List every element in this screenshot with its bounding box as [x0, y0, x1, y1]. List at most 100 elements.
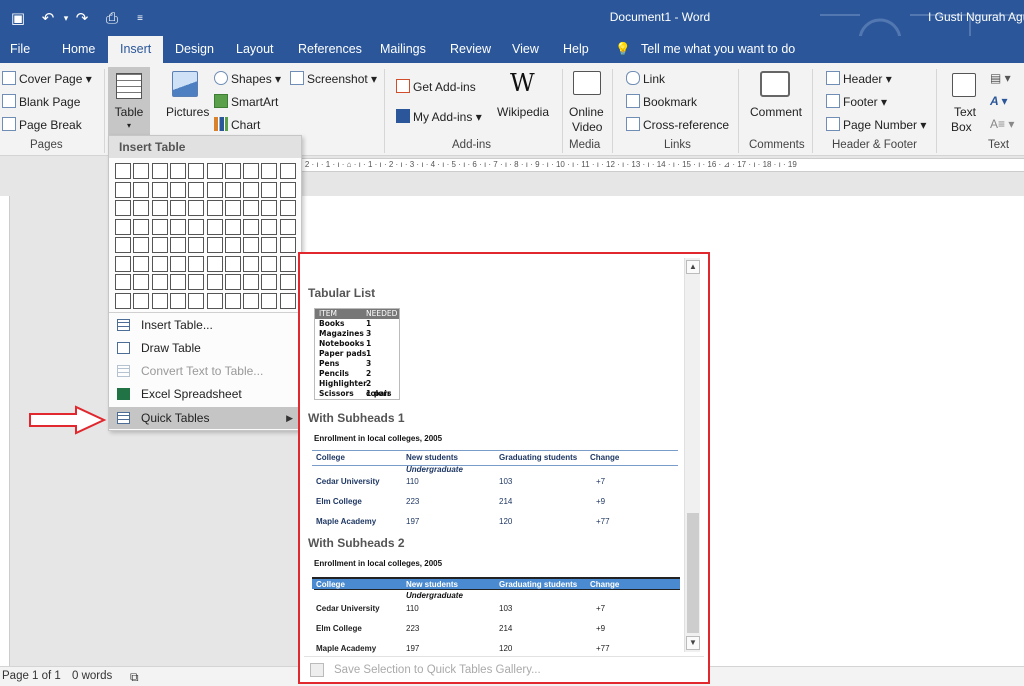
page-count[interactable]: Page 1 of 1: [2, 670, 61, 682]
footer-button[interactable]: Footer ▾: [826, 94, 887, 109]
smartart-button[interactable]: SmartArt: [214, 94, 278, 109]
grid-cell[interactable]: [206, 292, 223, 309]
proofing-icon[interactable]: ⧉: [130, 670, 139, 685]
grid-cell[interactable]: [206, 200, 223, 216]
draw-table-item[interactable]: Draw Table: [109, 337, 301, 359]
drop-cap-icon[interactable]: A≡ ▾: [990, 117, 1014, 131]
grid-cell[interactable]: [188, 237, 205, 253]
grid-cell[interactable]: [169, 163, 186, 179]
grid-cell[interactable]: [151, 255, 168, 272]
subheads2-preview[interactable]: Enrollment in local colleges, 2005 Colle…: [304, 553, 684, 653]
grid-cell[interactable]: [206, 237, 223, 253]
online-video-icon[interactable]: [573, 71, 601, 95]
horizontal-ruler[interactable]: · 2 · ı · 1 · ı · ⌂ · ı · 1 · ı · 2 · ı …: [300, 158, 1024, 172]
screenshot-button[interactable]: Screenshot ▾: [290, 71, 377, 86]
grid-cell[interactable]: [169, 274, 186, 290]
vertical-ruler[interactable]: [0, 196, 10, 666]
scroll-down-icon[interactable]: ▼: [686, 636, 700, 650]
grid-cell[interactable]: [169, 237, 186, 253]
grid-cell[interactable]: [188, 218, 205, 235]
grid-cell[interactable]: [151, 218, 168, 235]
grid-cell[interactable]: [224, 181, 241, 198]
grid-cell[interactable]: [243, 200, 260, 216]
grid-cell[interactable]: [169, 200, 186, 216]
chart-button[interactable]: Chart: [214, 117, 260, 132]
tab-view[interactable]: View: [512, 36, 539, 63]
grid-cell[interactable]: [115, 255, 131, 272]
grid-cell[interactable]: [224, 255, 241, 272]
tab-home[interactable]: Home: [62, 36, 95, 63]
grid-cell[interactable]: [279, 163, 296, 179]
grid-cell[interactable]: [133, 200, 150, 216]
grid-cell[interactable]: [151, 237, 168, 253]
grid-cell[interactable]: [243, 292, 260, 309]
grid-cell[interactable]: [243, 181, 260, 198]
grid-cell[interactable]: [133, 274, 150, 290]
grid-cell[interactable]: [115, 237, 131, 253]
subheads1-preview[interactable]: Enrollment in local colleges, 2005 Colle…: [304, 428, 684, 528]
undo-icon[interactable]: ↶: [38, 8, 58, 28]
grid-cell[interactable]: [279, 274, 296, 290]
tab-insert[interactable]: Insert: [108, 36, 164, 63]
quick-tables-item[interactable]: Quick Tables ▶: [109, 407, 301, 429]
tab-mailings[interactable]: Mailings: [380, 36, 426, 63]
grid-cell[interactable]: [243, 255, 260, 272]
text-box-label-1[interactable]: Text: [954, 105, 976, 119]
tabular-list-preview[interactable]: ITEM NEEDED Books 1 Magazines 3 Notebooks 1 Pa…: [314, 308, 400, 400]
link-button[interactable]: Link: [626, 71, 665, 86]
grid-cell[interactable]: [151, 181, 168, 198]
grid-cell[interactable]: [133, 255, 150, 272]
tab-help[interactable]: Help: [563, 36, 589, 63]
grid-cell[interactable]: [188, 200, 205, 216]
grid-cell[interactable]: [169, 292, 186, 309]
grid-cell[interactable]: [279, 237, 296, 253]
grid-cell[interactable]: [151, 292, 168, 309]
page-number-button[interactable]: Page Number ▾: [826, 117, 926, 132]
grid-cell[interactable]: [188, 292, 205, 309]
grid-cell[interactable]: [243, 163, 260, 179]
grid-cell[interactable]: [261, 181, 278, 198]
grid-cell[interactable]: [224, 274, 241, 290]
grid-cell[interactable]: [261, 237, 278, 253]
grid-cell[interactable]: [115, 292, 131, 309]
redo-icon[interactable]: ↷: [72, 8, 92, 28]
grid-cell[interactable]: [206, 218, 223, 235]
scroll-up-icon[interactable]: ▲: [686, 260, 700, 274]
insert-table-item[interactable]: Insert Table...: [109, 314, 301, 336]
grid-cell[interactable]: [243, 274, 260, 290]
grid-cell[interactable]: [243, 237, 260, 253]
grid-cell[interactable]: [169, 218, 186, 235]
quick-parts-icon[interactable]: ▤ ▾: [990, 71, 1011, 85]
online-video-label-1[interactable]: Online: [569, 105, 604, 119]
grid-cell[interactable]: [224, 163, 241, 179]
tab-review[interactable]: Review: [450, 36, 491, 63]
shapes-button[interactable]: Shapes ▾: [214, 71, 281, 86]
comment-button[interactable]: Comment: [750, 105, 802, 119]
blank-page-button[interactable]: Blank Page: [2, 94, 80, 109]
table-button[interactable]: Table ▾: [108, 67, 150, 137]
grid-cell[interactable]: [169, 255, 186, 272]
grid-cell[interactable]: [151, 274, 168, 290]
my-addins-button[interactable]: My Add-ins ▾: [396, 109, 482, 124]
save-icon[interactable]: ▣: [8, 8, 28, 28]
grid-cell[interactable]: [279, 200, 296, 216]
grid-cell[interactable]: [188, 274, 205, 290]
text-box-label-2[interactable]: Box: [951, 120, 972, 134]
grid-cell[interactable]: [115, 181, 131, 198]
grid-cell[interactable]: [279, 292, 296, 309]
grid-cell[interactable]: [169, 181, 186, 198]
grid-cell[interactable]: [115, 200, 131, 216]
grid-cell[interactable]: [188, 163, 205, 179]
grid-cell[interactable]: [133, 181, 150, 198]
grid-cell[interactable]: [115, 163, 131, 179]
grid-cell[interactable]: [133, 292, 150, 309]
user-name[interactable]: I Gusti Ngurah Agu: [928, 10, 1024, 24]
grid-cell[interactable]: [133, 237, 150, 253]
wikipedia-icon[interactable]: W: [510, 69, 535, 97]
get-addins-button[interactable]: Get Add-ins: [396, 79, 476, 94]
grid-cell[interactable]: [188, 181, 205, 198]
grid-cell[interactable]: [133, 163, 150, 179]
grid-cell[interactable]: [261, 163, 278, 179]
tab-references[interactable]: References: [298, 36, 362, 63]
print-preview-icon[interactable]: ⎙: [102, 8, 122, 28]
